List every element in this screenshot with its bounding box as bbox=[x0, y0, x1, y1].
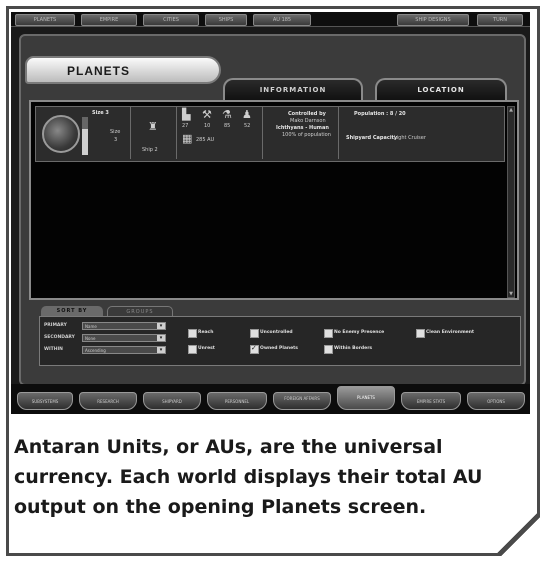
primary-value: Name bbox=[85, 324, 97, 329]
nav-shipyard[interactable]: Shipyard bbox=[143, 392, 201, 410]
chevron-down-icon: ▾ bbox=[157, 335, 165, 341]
au-icon: ▦ bbox=[182, 132, 193, 145]
scroll-up-icon[interactable]: ▲ bbox=[508, 107, 514, 113]
nav-empire-stats[interactable]: Empire Stats bbox=[401, 392, 461, 410]
no-enemy-label: No Enemy Presence bbox=[334, 330, 385, 335]
secondary-value: None bbox=[85, 336, 96, 341]
au-label: AU bbox=[272, 17, 280, 23]
stat-population: 52 bbox=[244, 123, 251, 129]
secondary-label: SECONDARY bbox=[44, 335, 75, 340]
clean-env-checkbox[interactable] bbox=[416, 329, 425, 338]
unrest-checkbox[interactable] bbox=[188, 345, 197, 354]
stat-industry: 10 bbox=[204, 123, 211, 129]
size-value: 3 bbox=[114, 137, 118, 143]
figure-caption: Antaran Units, or AUs, are the universal… bbox=[14, 436, 483, 518]
menu-ship-designs[interactable]: Ship Designs bbox=[397, 14, 469, 26]
nav-research[interactable]: Research bbox=[79, 392, 137, 410]
divider bbox=[130, 107, 131, 159]
turn-button[interactable]: Turn bbox=[477, 14, 523, 26]
divider bbox=[262, 107, 263, 159]
nav-personnel[interactable]: Personnel bbox=[207, 392, 267, 410]
population-icon: ♟ bbox=[242, 108, 252, 121]
chevron-down-icon: ▾ bbox=[157, 347, 165, 353]
menu-planets[interactable]: Planets bbox=[15, 14, 75, 26]
within-borders-checkbox[interactable] bbox=[324, 345, 333, 354]
within-select[interactable]: Ascending ▾ bbox=[82, 346, 166, 354]
clean-env-label: Clean Environment bbox=[426, 330, 475, 335]
sort-options: PRIMARY SECONDARY WITHIN Name ▾ None ▾ Asc… bbox=[39, 316, 521, 366]
controller-name: Mako Darnson bbox=[290, 118, 326, 124]
shipyard-label: Shipyard Capacity bbox=[346, 135, 398, 141]
ships-number: 2 bbox=[154, 147, 158, 153]
planets-title: PLANETS bbox=[67, 64, 131, 78]
primary-label: PRIMARY bbox=[44, 323, 67, 328]
menu-empire[interactable]: Empire bbox=[81, 14, 137, 26]
size-bar bbox=[82, 117, 88, 155]
within-borders-label: Within Borders bbox=[334, 346, 373, 351]
au-value: 185 bbox=[281, 17, 292, 23]
uncontrolled-label: Uncontrolled bbox=[260, 330, 293, 335]
planets-title-tab: PLANETS bbox=[25, 56, 221, 84]
size-bar-fill bbox=[82, 129, 88, 155]
food-icon: ▙ bbox=[182, 108, 191, 121]
ship-icon: ♜ bbox=[148, 120, 158, 133]
divider bbox=[176, 107, 177, 159]
size-heading: Size 3 bbox=[92, 110, 109, 116]
ships-label: Ship bbox=[142, 147, 153, 153]
scroll-down-icon[interactable]: ▼ bbox=[508, 291, 514, 297]
planet-globe-icon bbox=[42, 115, 80, 153]
nav-options[interactable]: Options bbox=[467, 392, 525, 410]
population-label: Population : 8 / 20 bbox=[354, 111, 406, 117]
nav-planets[interactable]: Planets bbox=[337, 386, 395, 410]
secondary-select[interactable]: None ▾ bbox=[82, 334, 166, 342]
research-icon: ⚗ bbox=[222, 108, 232, 121]
shipyard-value: Light Cruiser bbox=[394, 135, 426, 141]
planet-row[interactable]: Size 3 Size 3 ♜ Ship 2 ▙ ⚒ ⚗ ♟ 27 10 85 … bbox=[35, 106, 505, 162]
race-percent: 100% of population bbox=[282, 132, 331, 138]
game-screen: Planets Empire Cities Ships AU 185 Ship … bbox=[11, 12, 530, 414]
reach-checkbox[interactable] bbox=[188, 329, 197, 338]
industry-icon: ⚒ bbox=[202, 108, 212, 121]
race-name: Ichthyans - Human bbox=[276, 125, 329, 131]
controlled-label: Controlled by bbox=[288, 111, 326, 117]
stat-food: 27 bbox=[182, 123, 189, 129]
owned-planets-label: Owned Planets bbox=[260, 346, 298, 351]
planet-list: Size 3 Size 3 ♜ Ship 2 ▙ ⚒ ⚗ ♟ 27 10 85 … bbox=[29, 100, 519, 300]
menu-ships[interactable]: Ships bbox=[205, 14, 247, 26]
nav-foreign-affairs[interactable]: Foreign Affairs bbox=[273, 392, 331, 410]
unrest-label: Unrest bbox=[198, 346, 215, 351]
bottom-navigation: Subsystems Research Shipyard Personnel F… bbox=[11, 384, 530, 414]
top-menu-bar: Planets Empire Cities Ships AU 185 Ship … bbox=[11, 12, 530, 27]
menu-cities[interactable]: Cities bbox=[143, 14, 199, 26]
chevron-down-icon: ▾ bbox=[157, 323, 165, 329]
tab-information[interactable]: INFORMATION bbox=[223, 78, 363, 100]
stat-research: 85 bbox=[224, 123, 231, 129]
tab-location[interactable]: LOCATION bbox=[375, 78, 507, 100]
list-scrollbar[interactable]: ▲ ▼ bbox=[507, 106, 515, 298]
primary-select[interactable]: Name ▾ bbox=[82, 322, 166, 330]
within-value: Ascending bbox=[85, 348, 106, 353]
au-readout: AU 185 bbox=[253, 14, 311, 26]
owned-planets-checkbox[interactable] bbox=[250, 344, 259, 354]
no-enemy-checkbox[interactable] bbox=[324, 329, 333, 338]
nav-subsystems[interactable]: Subsystems bbox=[17, 392, 73, 410]
divider bbox=[338, 107, 339, 159]
tab-sort-by[interactable]: SORT BY bbox=[41, 306, 103, 316]
ships-count: Ship 2 bbox=[142, 147, 158, 153]
within-label: WITHIN bbox=[44, 347, 63, 352]
reach-label: Reach bbox=[198, 330, 214, 335]
size-label: Size bbox=[110, 129, 121, 135]
uncontrolled-checkbox[interactable] bbox=[250, 329, 259, 338]
au-output: 285 AU bbox=[196, 137, 215, 143]
